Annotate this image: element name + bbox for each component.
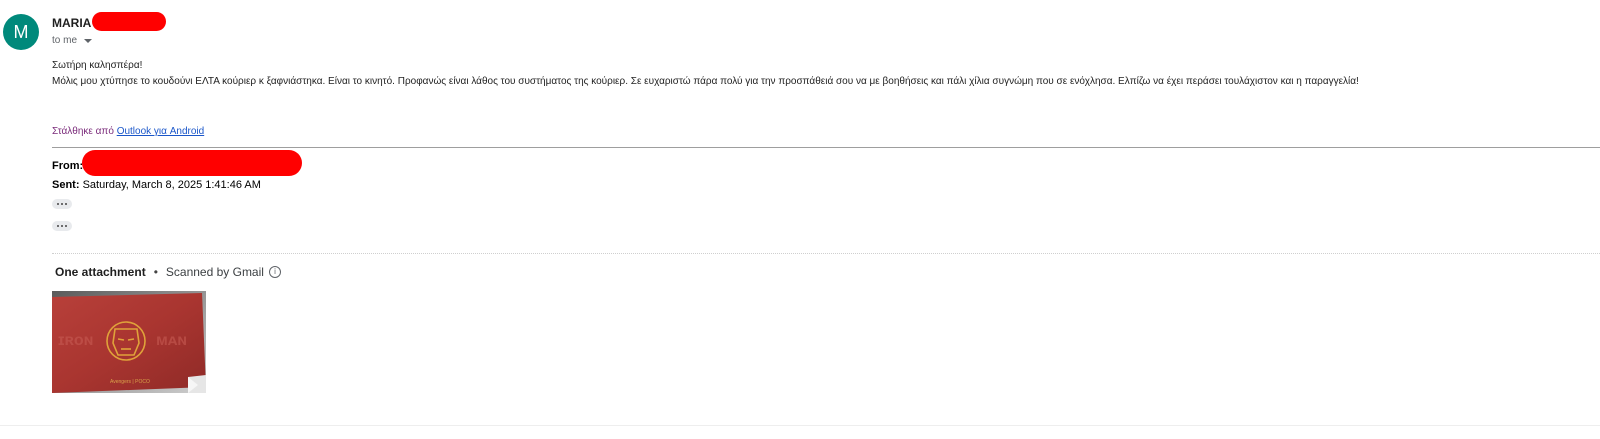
show-trimmed-content-button-2[interactable] <box>52 221 72 231</box>
scanned-by-gmail-label: Scanned by Gmail <box>165 265 264 279</box>
show-trimmed-content-button[interactable] <box>52 199 72 209</box>
message-paragraph: Μόλις μου χτύπησε το κουδούνι ΕΛΤΑ κούρι… <box>52 76 1359 87</box>
attachments-separator: • <box>153 265 158 279</box>
info-icon[interactable]: i <box>268 266 281 278</box>
quoted-from-line: From: <box>52 160 83 172</box>
sender-avatar[interactable]: M <box>3 14 39 50</box>
attachments-title: One attachment <box>55 265 146 279</box>
signature-link[interactable]: Outlook για Android <box>117 126 205 137</box>
recipient-details-toggle[interactable]: to me <box>52 35 93 46</box>
quote-divider <box>52 147 1600 148</box>
chevron-down-icon[interactable] <box>84 39 93 43</box>
email-signature: Στάλθηκε από Outlook για Android <box>52 126 204 137</box>
bottom-divider <box>0 425 1600 426</box>
ironman-box-image: ɪʀᴏɴ ᴍᴀɴ Avengers | POCO <box>52 291 206 393</box>
attachments-header: One attachment • Scanned by Gmail i <box>55 265 281 279</box>
sent-value: Saturday, March 8, 2025 1:41:46 AM <box>82 179 261 191</box>
svg-text:Avengers | POCO: Avengers | POCO <box>110 379 150 385</box>
svg-text:ɪʀᴏɴ: ɪʀᴏɴ <box>58 332 93 349</box>
sender-name[interactable]: MARIA <box>52 16 91 30</box>
redacted-sender-surname <box>92 12 166 31</box>
to-me-label: to me <box>52 35 78 46</box>
attachments-divider <box>52 253 1600 254</box>
message-greeting: Σωτήρη καλησπέρα! <box>52 60 143 71</box>
message-body: Σωτήρη καλησπέρα! Μόλις μου χτύπησε το κ… <box>52 58 1359 90</box>
signature-prefix: Στάλθηκε από <box>52 126 114 137</box>
attachment-thumbnail[interactable]: ɪʀᴏɴ ᴍᴀɴ Avengers | POCO <box>52 291 206 393</box>
redacted-from-address <box>82 150 302 176</box>
svg-text:ᴍᴀɴ: ᴍᴀɴ <box>156 332 187 349</box>
sent-label: Sent: <box>52 179 80 191</box>
quoted-sent-line: Sent: Saturday, March 8, 2025 1:41:46 AM <box>52 179 261 191</box>
from-label: From: <box>52 160 84 172</box>
